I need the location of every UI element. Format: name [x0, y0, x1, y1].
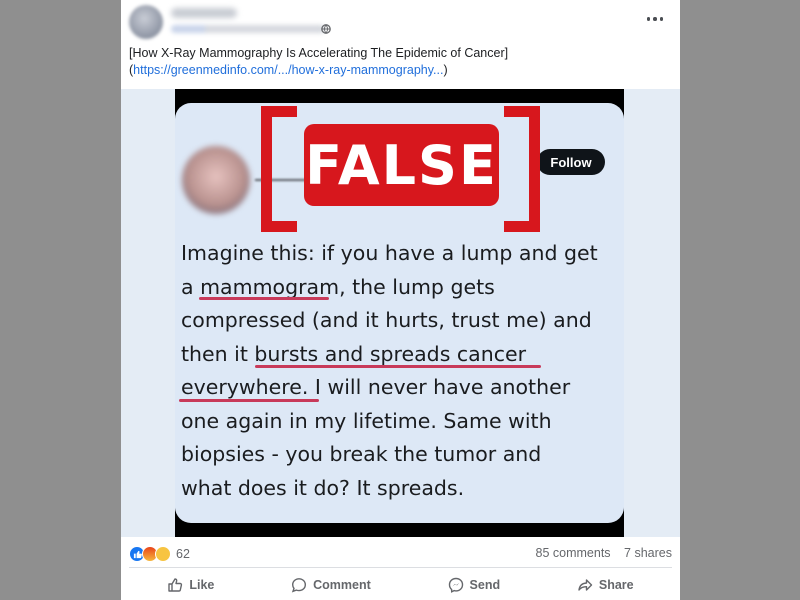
post-link[interactable]: https://greenmedinfo.com/.../how-x-ray-m… [133, 63, 443, 77]
thumbs-up-icon [168, 578, 183, 592]
comments-count[interactable]: 85 comments [536, 546, 611, 560]
tweet-line: what does it do? It spreads. [181, 475, 465, 500]
comment-label: Comment [313, 578, 371, 592]
tweet-card: Follow Imagine this: if you have a lump … [175, 103, 624, 523]
tweet-line: compressed (and it hurts, trust me) and [181, 308, 592, 332]
more-options-button[interactable] [643, 11, 667, 27]
comment-button[interactable]: Comment [277, 572, 385, 598]
post-actions-bar: Like Comment Send Share [129, 570, 672, 600]
post-link-line: (https://greenmedinfo.com/.../how-x-ray-… [129, 63, 448, 77]
comment-icon [292, 578, 307, 593]
engagement-counts: 85 comments 7 shares [526, 546, 672, 560]
share-label: Share [598, 578, 634, 592]
messenger-icon [448, 577, 463, 593]
share-icon [578, 579, 593, 591]
handdrawn-underline [199, 297, 329, 300]
like-label: Like [189, 578, 215, 592]
stamp-bracket-left [261, 106, 297, 232]
false-stamp: FALSE [304, 124, 499, 206]
facebook-post-card: [How X-Ray Mammography Is Accelerating T… [121, 0, 680, 600]
tweet-line: Imagine this: if you have a lump and get [181, 241, 598, 265]
post-meta-blurred [171, 25, 325, 33]
share-button[interactable]: Share [563, 572, 648, 598]
globe-icon [321, 24, 331, 34]
send-button[interactable]: Send [434, 572, 515, 598]
send-label: Send [469, 578, 501, 592]
post-image[interactable]: Follow Imagine this: if you have a lump … [121, 89, 680, 537]
tweet-text: Imagine this: if you have a lump and get… [181, 237, 621, 505]
reaction-count: 62 [176, 547, 190, 561]
handdrawn-underline [179, 399, 319, 402]
author-avatar[interactable] [129, 5, 163, 39]
wow-reaction-icon [155, 546, 171, 562]
tweet-screenshot: Follow Imagine this: if you have a lump … [175, 89, 624, 537]
footer-divider [129, 567, 672, 568]
stamp-bracket-right [504, 106, 540, 232]
handdrawn-underline [255, 365, 541, 368]
tweet-line: biopsies - you break the tumor and [181, 442, 542, 466]
like-button[interactable]: Like [153, 572, 228, 598]
tweet-avatar-blurred [182, 146, 250, 214]
author-name-blurred[interactable] [171, 8, 237, 18]
tweet-follow-button: Follow [537, 149, 605, 175]
reactions-summary[interactable]: 62 [129, 545, 190, 563]
tweet-line: one again in my lifetime. Same with [181, 408, 552, 433]
shares-count[interactable]: 7 shares [624, 546, 672, 560]
more-horizontal-icon [646, 17, 651, 21]
post-text: [How X-Ray Mammography Is Accelerating T… [129, 46, 509, 60]
